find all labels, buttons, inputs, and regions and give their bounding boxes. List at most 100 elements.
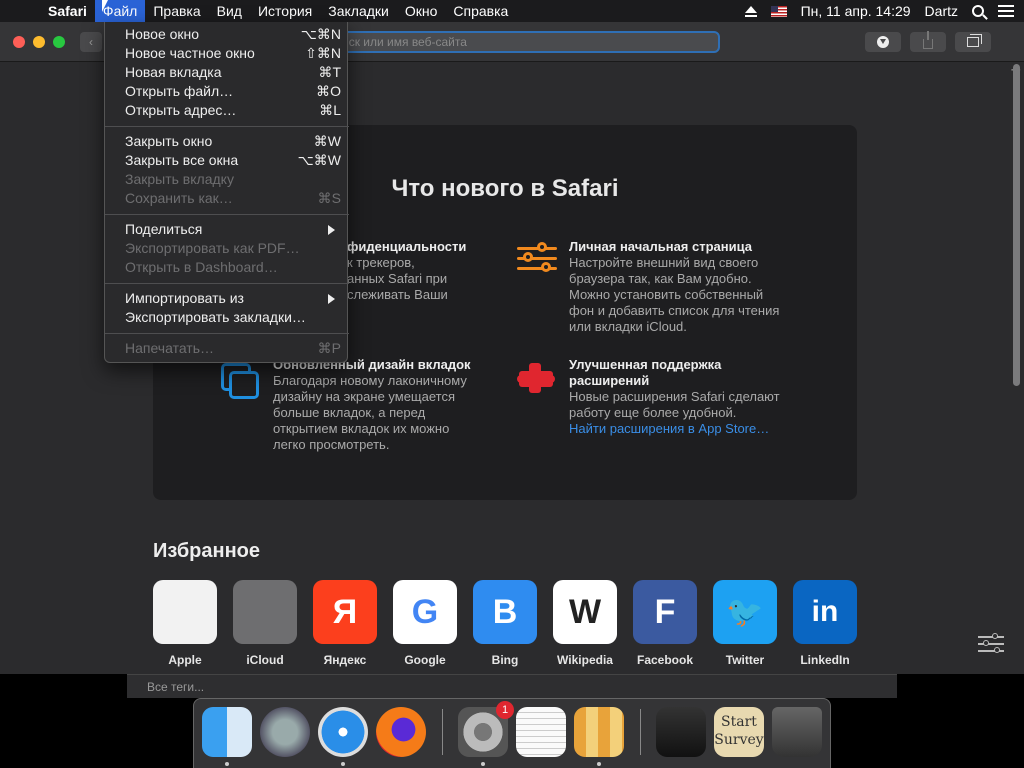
app-store-extensions-link[interactable]: Найти расширения в App Store… [569, 421, 809, 437]
file-menu-item[interactable]: Экспортировать закладки… [105, 308, 349, 327]
menu-item-label: Открыть адрес… [125, 102, 237, 118]
favorite-label: iCloud [246, 653, 284, 667]
feature-text: работу еще более удобной. [569, 405, 737, 420]
submenu-arrow-icon [328, 294, 335, 304]
finder-icon[interactable] [202, 707, 252, 757]
file-menu-item: Сохранить как… ⌘S [105, 189, 349, 208]
zoom-window-button[interactable] [53, 36, 65, 48]
feature-text: к трекеров, [347, 255, 415, 270]
favorite-google[interactable]: G Google [393, 580, 457, 667]
clock[interactable]: Пн, 11 апр. 14:29 [801, 3, 911, 19]
favorite-wikipedia[interactable]: W Wikipedia [553, 580, 617, 667]
facebook-icon: F [633, 580, 697, 644]
feature-tabs: Обновленный дизайн вкладок Благодаря нов… [273, 357, 503, 453]
favorite-label: Bing [491, 653, 519, 667]
downloads-button[interactable] [865, 32, 901, 52]
feature-title: Личная начальная страница [569, 239, 752, 254]
bing-icon: B [473, 580, 537, 644]
favorite-bing[interactable]: B Bing [473, 580, 537, 667]
menu-item-label: Открыть файл… [125, 83, 234, 99]
menu-item-label: Экспортировать закладки… [125, 309, 306, 325]
menu-item-label: Напечатать… [125, 340, 215, 356]
file-menu-item[interactable]: Закрыть все окна ⌥⌘W [105, 151, 349, 170]
favorite-label: Facebook [636, 653, 693, 667]
spotlight-search-icon[interactable] [972, 5, 984, 17]
launchpad-icon[interactable] [260, 707, 310, 757]
menu-item-label: Новое окно [125, 26, 200, 42]
all-tags-item[interactable]: Все теги... [147, 680, 204, 694]
file-menu-item[interactable]: Новое окно ⌥⌘N [105, 25, 349, 44]
input-source-flag-icon[interactable] [770, 5, 787, 17]
menu-view[interactable]: Вид [209, 0, 250, 22]
favorite-label: LinkedIn [800, 653, 850, 667]
feature-title: фиденциальности [347, 239, 467, 254]
menu-bookmarks[interactable]: Закладки [320, 0, 397, 22]
menu-item-label: Новое частное окно [125, 45, 255, 61]
menu-app-safari[interactable]: Safari [40, 0, 95, 22]
file-menu-item[interactable]: Открыть адрес… ⌘L [105, 101, 349, 120]
menu-window[interactable]: Окно [397, 0, 446, 22]
menu-separator [105, 283, 349, 284]
menu-item-shortcut: ⌘L [319, 102, 341, 118]
feature-text: больше вкладок, а перед [273, 405, 426, 420]
menu-item-shortcut: ⌘T [318, 64, 341, 80]
menu-item-label: Импортировать из [125, 290, 244, 306]
favorite-twitter[interactable]: 🐦 Twitter [713, 580, 777, 667]
address-bar[interactable]: иск или имя веб-сайта [330, 31, 720, 53]
tab-overview-button[interactable] [955, 32, 991, 52]
menu-edit[interactable]: Правка [145, 0, 208, 22]
favorite-яндекс[interactable]: Я Яндекс [313, 580, 377, 667]
vertical-scrollbar[interactable] [1013, 64, 1020, 386]
feature-text: легко просмотреть. [273, 437, 390, 452]
safari-icon[interactable] [318, 707, 368, 757]
system-preferences-icon[interactable]: 1 [458, 701, 514, 757]
submenu-arrow-icon [328, 225, 335, 235]
start-page-settings-icon[interactable] [978, 633, 1004, 654]
menu-separator [105, 126, 349, 127]
back-button[interactable]: ‹ [80, 32, 102, 52]
tabs-overview-icon [967, 34, 982, 47]
menu-help[interactable]: Справка [445, 0, 516, 22]
menu-separator [105, 333, 349, 334]
favorite-linkedin[interactable]: in LinkedIn [793, 580, 857, 667]
file-menu-item[interactable]: Поделиться [105, 220, 349, 239]
feature-privacy: фиденциальности к трекеров, анных Safari… [347, 239, 507, 303]
menu-item-label: Новая вкладка [125, 64, 222, 80]
file-menu-item[interactable]: Импортировать из [105, 289, 349, 308]
menu-item-label: Открыть в Dashboard… [125, 259, 278, 275]
start-survey-icon[interactable]: Start Survey [714, 707, 764, 757]
favorite-facebook[interactable]: F Facebook [633, 580, 697, 667]
menu-history[interactable]: История [250, 0, 320, 22]
feature-text: дизайну на экране умещается [273, 389, 456, 404]
feature-text: браузера так, как Вам удобно. [569, 271, 752, 286]
feature-start-page: Личная начальная страница Настройте внеш… [569, 239, 809, 335]
calculator-icon[interactable] [574, 707, 624, 757]
mouse-cursor-icon [102, 0, 108, 12]
menu-item-label: Сохранить как… [125, 190, 233, 206]
twitter-icon: 🐦 [713, 580, 777, 644]
favorite-icloud[interactable]: iCloud [233, 580, 297, 667]
user-name[interactable]: Dartz [925, 3, 958, 19]
minimize-window-button[interactable] [33, 36, 45, 48]
firefox-icon[interactable] [376, 707, 426, 757]
file-menu-item: Напечатать… ⌘P [105, 339, 349, 358]
eject-icon[interactable] [744, 6, 757, 17]
file-menu-item[interactable]: Новое частное окно ⇧⌘N [105, 44, 349, 63]
menu-item-shortcut: ⌘P [317, 340, 341, 356]
menu-item-shortcut: ⇧⌘N [305, 45, 341, 61]
control-center-icon[interactable] [998, 5, 1014, 17]
textedit-icon[interactable] [516, 707, 566, 757]
feature-text: Настройте внешний вид своего [569, 255, 759, 270]
trash-icon[interactable] [772, 707, 822, 757]
close-window-button[interactable] [13, 36, 25, 48]
share-button[interactable] [910, 31, 946, 52]
favorite-label: Twitter [725, 653, 765, 667]
favorite-apple[interactable]: Apple [153, 580, 217, 667]
file-menu-item[interactable]: Закрыть окно ⌘W [105, 132, 349, 151]
file-menu-item[interactable]: Новая вкладка ⌘T [105, 63, 349, 82]
file-menu-item[interactable]: Открыть файл… ⌘O [105, 82, 349, 101]
menu-separator [105, 214, 349, 215]
activity-monitor-icon[interactable] [656, 707, 706, 757]
share-icon [923, 31, 933, 49]
menu-bar: Safari Файл Правка Вид История Закладки … [0, 0, 1024, 22]
